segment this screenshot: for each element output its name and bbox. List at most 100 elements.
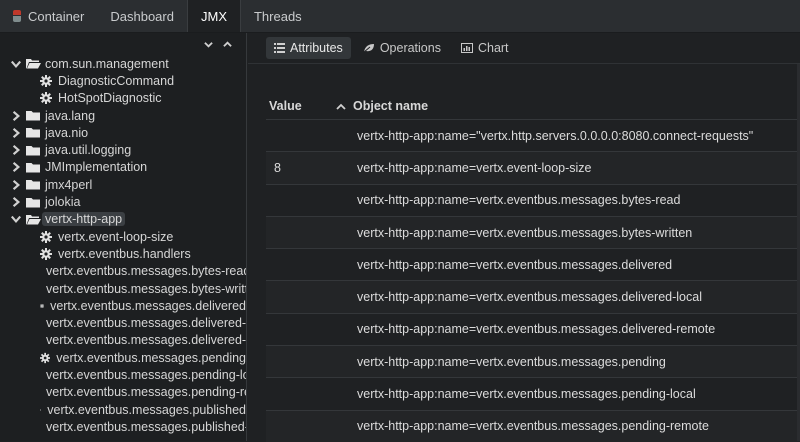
tree-node-label: vertx.eventbus.messages.delivered [50, 299, 246, 313]
tab-threads-label: Threads [254, 9, 302, 24]
folder-icon [26, 145, 41, 156]
tree-mbean-node[interactable]: DiagnosticCommand [0, 72, 246, 89]
gear-icon [40, 300, 44, 312]
tree-node-label: java.lang [45, 109, 95, 123]
folder-icon [26, 179, 41, 190]
tab-container[interactable]: Container [0, 0, 97, 32]
tree-mbean-node[interactable]: vertx.eventbus.messages.bytes-written [0, 280, 246, 297]
column-header-value[interactable]: Value [266, 99, 336, 113]
collapse-all-chevron-up-icon[interactable] [223, 40, 232, 49]
caret-right-icon[interactable] [10, 127, 22, 139]
attributes-panel: Attributes Operations Chart Value Object… [248, 33, 800, 441]
tree-mbean-node[interactable]: vertx.eventbus.messages.pending-remote [0, 384, 246, 401]
tree-mbean-node[interactable]: vertx.eventbus.messages.published [0, 401, 246, 418]
tree-mbean-node[interactable]: HotSpotDiagnostic [0, 90, 246, 107]
tree-mbean-node[interactable]: vertx.event-loop-size [0, 228, 246, 245]
tree-mbean-node[interactable]: vertx.eventbus.handlers [0, 245, 246, 262]
tree-mbean-node[interactable]: vertx.eventbus.messages.delivered-remote [0, 332, 246, 349]
tree-folder-node[interactable]: jolokia [0, 193, 246, 210]
tree-folder-node[interactable]: vertx-http-app [0, 211, 246, 228]
tab-jmx[interactable]: JMX [187, 0, 241, 32]
table-row[interactable]: vertx-http-app:name=vertx.eventbus.messa… [266, 377, 800, 409]
table-row[interactable]: vertx-http-app:name=vertx.eventbus.messa… [266, 216, 800, 248]
folder-icon [26, 110, 41, 121]
subtab-attributes-label: Attributes [290, 41, 343, 55]
tree-mbean-node[interactable]: vertx.eventbus.messages.pending-local [0, 366, 246, 383]
tree-node-label: vertx.eventbus.handlers [58, 247, 191, 261]
gear-icon [40, 404, 41, 416]
tree-node-label: vertx.eventbus.messages.published [47, 403, 246, 417]
leaf-icon [363, 43, 375, 53]
gear-icon [40, 248, 52, 260]
table-row[interactable]: vertx-http-app:name=vertx.eventbus.messa… [266, 280, 800, 312]
tree-node-label: com.sun.management [45, 57, 169, 71]
tree-node-label: vertx.eventbus.messages.pending-remote [46, 385, 247, 399]
column-header-object-name[interactable]: Object name [336, 99, 428, 113]
tree-folder-node[interactable]: com.sun.management [0, 55, 246, 72]
tree-mbean-node[interactable]: vertx.eventbus.messages.pending [0, 349, 246, 366]
tree-node-label: vertx.eventbus.messages.bytes-written [46, 282, 247, 296]
caret-right-icon[interactable] [10, 161, 22, 173]
caret-down-icon[interactable] [10, 213, 22, 225]
object-name-cell: vertx-http-app:name=vertx.eventbus.messa… [357, 290, 702, 304]
tree-node-label: jmx4perl [45, 178, 92, 192]
tree-node-label: java.util.logging [45, 143, 131, 157]
tree-folder-node[interactable]: java.nio [0, 124, 246, 141]
column-header-object-name-label: Object name [353, 99, 428, 113]
gear-icon [40, 92, 52, 104]
tree-node-label: HotSpotDiagnostic [58, 91, 162, 105]
subtab-chart-label: Chart [478, 41, 509, 55]
subtab-divider [248, 63, 800, 64]
object-name-cell: vertx-http-app:name=vertx.event-loop-siz… [357, 161, 592, 175]
gear-icon [40, 231, 52, 243]
subtab-attributes[interactable]: Attributes [266, 37, 351, 59]
object-name-cell: vertx-http-app:name=vertx.eventbus.messa… [357, 387, 696, 401]
table-row[interactable]: 8vertx-http-app:name=vertx.event-loop-si… [266, 151, 800, 183]
tree-node-label: java.nio [45, 126, 88, 140]
folder-open-icon [26, 214, 41, 225]
tree-mbean-node[interactable]: vertx.eventbus.messages.delivered-local [0, 314, 246, 331]
tab-container-label: Container [28, 9, 84, 24]
folder-open-icon [26, 58, 41, 69]
tree-node-label: vertx.eventbus.messages.delivered-local [46, 316, 247, 330]
table-row[interactable]: vertx-http-app:name=vertx.eventbus.messa… [266, 313, 800, 345]
caret-right-icon[interactable] [10, 179, 22, 191]
tree-folder-node[interactable]: JMImplementation [0, 159, 246, 176]
table-row[interactable]: vertx-http-app:name=vertx.eventbus.messa… [266, 345, 800, 377]
subtab-bar: Attributes Operations Chart [266, 37, 517, 59]
tree-folder-node[interactable]: jmx4perl [0, 176, 246, 193]
table-row[interactable]: vertx-http-app:name="vertx.http.servers.… [266, 119, 800, 151]
tree-node-label: JMImplementation [45, 160, 147, 174]
tree-mbean-node[interactable]: vertx.eventbus.messages.published-local [0, 418, 246, 435]
object-name-cell: vertx-http-app:name=vertx.eventbus.messa… [357, 419, 709, 433]
jmx-tree-sidebar: com.sun.management DiagnosticCommand HotSp… [0, 33, 247, 441]
tree-mbean-node[interactable]: vertx.eventbus.messages.bytes-read [0, 263, 246, 280]
tree-folder-node[interactable]: java.lang [0, 107, 246, 124]
table-row[interactable]: vertx-http-app:name=vertx.eventbus.messa… [266, 184, 800, 216]
subtab-chart[interactable]: Chart [453, 37, 517, 59]
object-name-cell: vertx-http-app:name=vertx.eventbus.messa… [357, 322, 715, 336]
table-body: vertx-http-app:name="vertx.http.servers.… [266, 119, 800, 442]
tab-threads[interactable]: Threads [241, 0, 315, 32]
tree-node-label: vertx.eventbus.messages.pending-local [46, 368, 247, 382]
expand-all-chevron-down-icon[interactable] [204, 40, 213, 49]
object-name-cell: vertx-http-app:name="vertx.http.servers.… [357, 129, 753, 143]
top-nav: Container Dashboard JMX Threads [0, 0, 800, 33]
tree-node-label: vertx.eventbus.messages.bytes-read [46, 264, 247, 278]
tree-mbean-node[interactable]: vertx.eventbus.messages.delivered [0, 297, 246, 314]
table-row[interactable]: vertx-http-app:name=vertx.eventbus.messa… [266, 248, 800, 280]
caret-right-icon[interactable] [10, 196, 22, 208]
gear-icon [40, 352, 50, 364]
tab-dashboard[interactable]: Dashboard [97, 0, 187, 32]
subtab-operations[interactable]: Operations [355, 37, 449, 59]
tree-node-label: jolokia [45, 195, 80, 209]
table-row[interactable]: vertx-http-app:name=vertx.eventbus.messa… [266, 410, 800, 442]
caret-down-icon[interactable] [10, 58, 22, 70]
tree-node-label: DiagnosticCommand [58, 74, 174, 88]
tree-folder-node[interactable]: java.util.logging [0, 141, 246, 158]
sort-ascending-icon [336, 103, 346, 110]
hawtio-logo-icon [12, 10, 22, 22]
tree-node-label: vertx.eventbus.messages.published-local [46, 420, 247, 434]
caret-right-icon[interactable] [10, 110, 22, 122]
caret-right-icon[interactable] [10, 144, 22, 156]
